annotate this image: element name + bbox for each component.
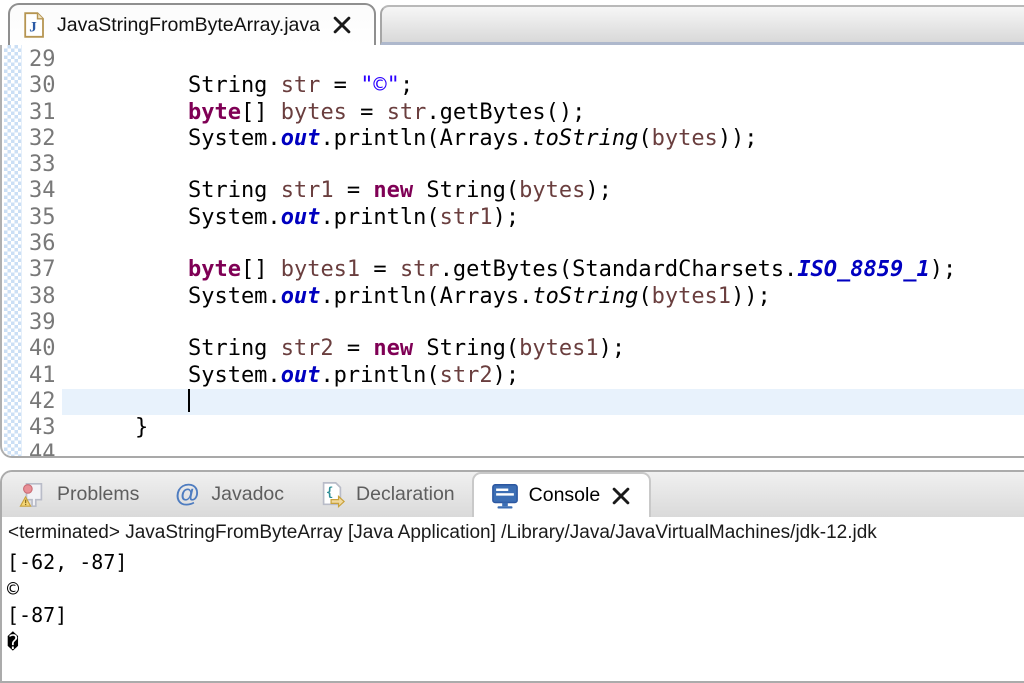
line-number[interactable]: 43 (29, 415, 56, 441)
line-number[interactable]: 44 (29, 441, 56, 458)
code-line[interactable]: byte[] bytes = str.getBytes(); (82, 100, 1024, 126)
code-line[interactable] (82, 389, 1024, 415)
line-number-gutter[interactable]: 29303132333435363738394041424344 (29, 47, 56, 458)
line-number[interactable]: 40 (29, 336, 56, 362)
code-line[interactable]: System.out.println(Arrays.toString(bytes… (82, 284, 1024, 310)
tab-javadoc[interactable]: @ Javadoc (156, 472, 301, 517)
console-output-line: [-87] (7, 602, 1024, 629)
declaration-icon: { (318, 481, 346, 509)
code-line[interactable]: String str = "©"; (82, 73, 1024, 99)
console-icon (491, 482, 519, 510)
code-area[interactable]: String str = "©"; byte[] bytes = str.get… (82, 47, 1024, 458)
line-number[interactable]: 42 (29, 389, 56, 415)
tab-problems-label: Problems (57, 483, 139, 506)
line-number[interactable]: 33 (29, 152, 56, 178)
code-line[interactable]: System.out.println(str2); (82, 363, 1024, 389)
tab-declaration-label: Declaration (356, 483, 455, 506)
console-output-line: © (7, 576, 1024, 603)
console-status-line: <terminated> JavaStringFromByteArray [Ja… (2, 517, 1024, 547)
editor-tabbar-empty-area (380, 5, 1024, 45)
line-number[interactable]: 37 (29, 257, 56, 283)
console-view: Problems @ Javadoc { Declaration (0, 470, 1024, 683)
code-line[interactable]: byte[] bytes1 = str.getBytes(StandardCha… (82, 257, 1024, 283)
line-number[interactable]: 30 (29, 73, 56, 99)
editor-tab-bar: J JavaStringFromByteArray.java (0, 0, 1024, 45)
console-close-icon[interactable] (610, 485, 632, 507)
code-line[interactable]: System.out.println(str1); (82, 205, 1024, 231)
code-line[interactable] (82, 152, 1024, 178)
line-number[interactable]: 39 (29, 310, 56, 336)
editor-tab-javastringfrombytearray[interactable]: J JavaStringFromByteArray.java (8, 3, 376, 45)
line-number[interactable]: 36 (29, 231, 56, 257)
tab-problems[interactable]: Problems (2, 472, 156, 517)
tab-console-label: Console (529, 484, 601, 507)
console-tab-bar: Problems @ Javadoc { Declaration (2, 472, 1024, 517)
quickdiff-strip (4, 45, 22, 456)
line-number[interactable]: 32 (29, 126, 56, 152)
editor-tab-title: JavaStringFromByteArray.java (57, 14, 320, 37)
java-file-icon: J (22, 12, 46, 38)
line-number[interactable]: 34 (29, 178, 56, 204)
code-line[interactable]: String str1 = new String(bytes); (82, 178, 1024, 204)
svg-text:J: J (29, 20, 37, 36)
code-line[interactable] (82, 47, 1024, 73)
tab-console[interactable]: Console (472, 472, 652, 517)
line-number[interactable]: 38 (29, 284, 56, 310)
eclipse-window: J JavaStringFromByteArray.java 293031323… (0, 0, 1024, 683)
line-number[interactable]: 35 (29, 205, 56, 231)
text-cursor (188, 389, 191, 412)
line-number[interactable]: 41 (29, 363, 56, 389)
svg-text:{: { (326, 484, 333, 498)
code-line[interactable] (82, 441, 1024, 458)
close-icon[interactable] (331, 14, 353, 36)
code-line[interactable] (82, 231, 1024, 257)
console-output-line: � (7, 629, 1024, 656)
javadoc-at-icon: @ (173, 480, 201, 509)
line-number[interactable]: 31 (29, 100, 56, 126)
console-output-line: [-62, -87] (7, 549, 1024, 576)
code-line[interactable]: } (82, 415, 1024, 441)
console-output[interactable]: [-62, -87]©[-87]� (2, 547, 1024, 655)
code-line[interactable] (82, 310, 1024, 336)
tab-declaration[interactable]: { Declaration (301, 472, 472, 517)
tab-javadoc-label: Javadoc (211, 483, 284, 506)
line-number[interactable]: 29 (29, 47, 56, 73)
problems-icon (19, 481, 47, 509)
code-line[interactable]: System.out.println(Arrays.toString(bytes… (82, 126, 1024, 152)
code-line[interactable]: String str2 = new String(bytes1); (82, 336, 1024, 362)
code-editor[interactable]: 29303132333435363738394041424344 String … (0, 45, 1024, 458)
